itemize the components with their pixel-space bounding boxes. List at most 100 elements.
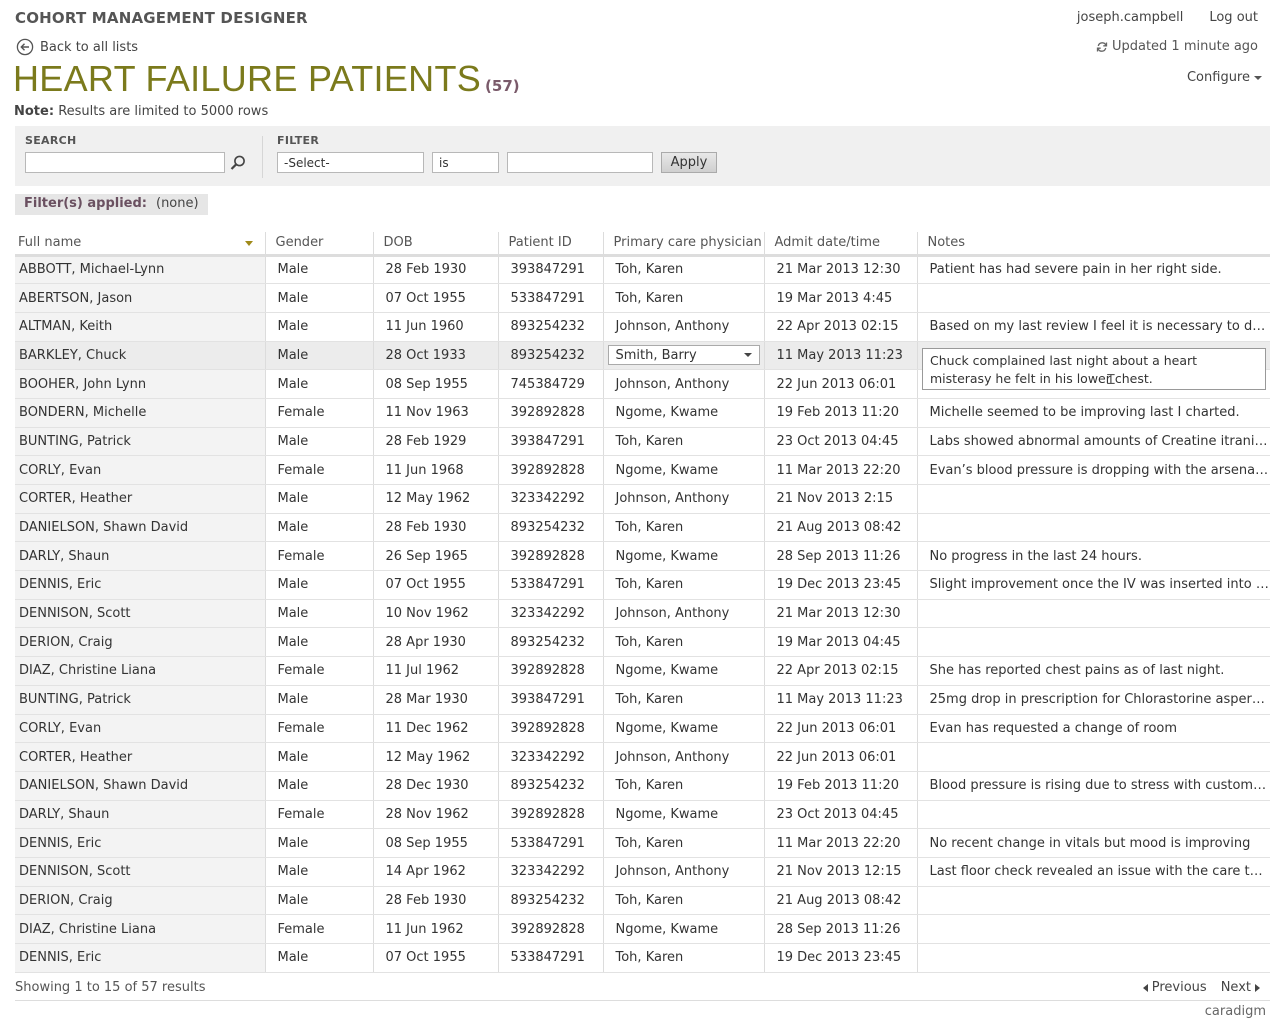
cell-dob: 11 Jul 1962 (372, 656, 498, 686)
cell-patient-id: 893254232 (497, 886, 603, 916)
cell-notes: Based on my last review I feel it is nec… (916, 312, 1270, 342)
cell-full-name[interactable]: DENNISON, Scott (15, 857, 265, 887)
cell-patient-id: 323342292 (497, 857, 603, 887)
table-row[interactable]: DERION, Craig Male 28 Apr 1930 893254232 Toh… (15, 627, 1270, 658)
cell-full-name[interactable]: DIAZ, Christine Liana (15, 656, 265, 686)
table-row[interactable]: DENNISON, Scott Male 10 Nov 1962 323342292 J… (15, 599, 1270, 629)
filter-field-select[interactable] (277, 152, 424, 173)
previous-label: Previous (1151, 980, 1207, 995)
table-row[interactable]: DANIELSON, Shawn David Male 28 Dec 1930 893… (15, 771, 1270, 801)
table-row[interactable]: ALTMAN, Keith Male 11 Jun 1960 893254232 Joh… (15, 312, 1270, 342)
cell-full-name[interactable]: BONDERN, Michelle (15, 398, 265, 428)
username-link[interactable]: joseph.campbell (1077, 10, 1183, 25)
table-row[interactable]: DIAZ, Christine Liana Female 11 Jul 1962 39… (15, 656, 1270, 686)
refresh-icon[interactable] (1096, 41, 1108, 53)
table-row[interactable]: CORTER, Heather Male 12 May 1962 323342292 J… (15, 742, 1270, 772)
table-row[interactable]: DENNISON, Scott Male 14 Apr 1962 323342292 J… (15, 857, 1270, 887)
cell-full-name[interactable]: DARLY, Shaun (15, 800, 265, 830)
cell-notes: Patient has had severe pain in her right… (916, 255, 1270, 285)
table-row[interactable]: DIAZ, Christine Liana Female 11 Jun 1962 39… (15, 914, 1270, 944)
cell-full-name[interactable]: DENNISON, Scott (15, 599, 265, 629)
notes-edit-field[interactable]: Chuck complained last night about a hear… (922, 348, 1266, 390)
cell-admit: 19 Feb 2013 11:20 (763, 771, 917, 801)
table-row[interactable]: DARLY, Shaun Female 28 Nov 1962 392892828 Ng… (15, 800, 1270, 830)
table-row[interactable]: BONDERN, Michelle Female 11 Nov 1963 392892… (15, 398, 1270, 428)
sort-desc-icon[interactable] (244, 241, 253, 246)
cell-dob: 11 Jun 1968 (372, 455, 498, 485)
previous-page-button[interactable]: Previous (1142, 980, 1207, 995)
col-header-gender[interactable]: Gender (264, 232, 373, 257)
cell-full-name[interactable]: CORTER, Heather (15, 742, 265, 772)
cell-full-name[interactable]: DERION, Craig (15, 886, 265, 916)
cell-full-name[interactable]: CORTER, Heather (15, 484, 265, 514)
cell-full-name[interactable]: BARKLEY, Chuck (15, 341, 265, 371)
chevron-left-icon (1142, 983, 1148, 992)
cell-notes (916, 484, 1270, 514)
cell-full-name[interactable]: CORLY, Evan (15, 455, 265, 485)
cell-full-name[interactable]: ALTMAN, Keith (15, 312, 265, 342)
back-to-lists-link[interactable]: Back to all lists (16, 38, 138, 56)
cell-physician: Johnson, Anthony (602, 484, 764, 514)
cell-full-name[interactable]: ABERTSON, Jason (15, 283, 265, 313)
apply-button[interactable]: Apply (661, 152, 717, 173)
cell-full-name[interactable]: DENNIS, Eric (15, 828, 265, 858)
table-row[interactable]: ABERTSON, Jason Male 07 Oct 1955 533847291 T… (15, 283, 1270, 313)
table-row[interactable]: ABBOTT, Michael-Lynn Male 28 Feb 1930 39384… (15, 255, 1270, 285)
cell-gender: Male (264, 627, 373, 658)
col-header-full-name[interactable]: Full name (15, 232, 265, 257)
cell-admit: 22 Apr 2013 02:15 (763, 656, 917, 686)
table-row[interactable]: DENNIS, Eric Male 08 Sep 1955 533847291 Toh,… (15, 828, 1270, 858)
col-header-admit[interactable]: Admit date/time (763, 232, 917, 257)
cell-full-name[interactable]: DENNIS, Eric (15, 943, 265, 973)
logout-link[interactable]: Log out (1209, 10, 1258, 25)
cell-admit: 28 Sep 2013 11:26 (763, 914, 917, 944)
cell-gender: Male (264, 943, 373, 973)
cell-full-name[interactable]: BOOHER, John Lynn (15, 369, 265, 399)
next-page-button[interactable]: Next (1221, 980, 1260, 995)
filter-label: FILTER (277, 134, 320, 147)
table-row[interactable]: DANIELSON, Shawn David Male 28 Feb 1930 893… (15, 513, 1270, 543)
cell-full-name[interactable]: DERION, Craig (15, 627, 265, 658)
table-row[interactable]: DARLY, Shaun Female 26 Sep 1965 392892828 Ng… (15, 541, 1270, 572)
cell-full-name[interactable]: CORLY, Evan (15, 714, 265, 744)
text-cursor-icon: Ɪ (1107, 372, 1115, 388)
filter-operator-select[interactable] (432, 152, 499, 173)
col-header-physician[interactable]: Primary care physician (602, 232, 764, 257)
pagination: Previous Next (1142, 980, 1260, 995)
table-row[interactable]: CORTER, Heather Male 12 May 1962 323342292 J… (15, 484, 1270, 514)
physician-select[interactable]: Smith, Barry (607, 345, 760, 366)
table-row[interactable]: BUNTING, Patrick Male 28 Feb 1929 393847291… (15, 427, 1270, 457)
cell-notes: 25mg drop in prescription for Chlorastor… (916, 685, 1270, 715)
search-icon[interactable] (229, 154, 247, 172)
cell-physician: Ngome, Kwame (602, 656, 764, 686)
table-row[interactable]: CORLY, Evan Female 11 Jun 1968 392892828 Ngo… (15, 455, 1270, 485)
cell-full-name[interactable]: DENNIS, Eric (15, 570, 265, 600)
table-row[interactable]: DENNIS, Eric Male 07 Oct 1955 533847291 Toh,… (15, 943, 1270, 973)
cell-patient-id: 392892828 (497, 656, 603, 686)
col-header-patient-id[interactable]: Patient ID (497, 232, 603, 257)
cell-dob: 08 Sep 1955 (372, 828, 498, 858)
table-row[interactable]: DENNIS, Eric Male 07 Oct 1955 533847291 Toh,… (15, 570, 1270, 600)
cell-patient-id: 392892828 (497, 541, 603, 572)
configure-menu[interactable]: Configure (1187, 70, 1262, 85)
filter-value-input[interactable] (507, 152, 653, 173)
cell-full-name[interactable]: DARLY, Shaun (15, 541, 265, 572)
col-header-notes[interactable]: Notes (916, 232, 1270, 257)
cell-full-name[interactable]: DANIELSON, Shawn David (15, 513, 265, 543)
col-header-dob[interactable]: DOB (372, 232, 498, 257)
cell-full-name[interactable]: DIAZ, Christine Liana (15, 914, 265, 944)
table-row[interactable]: CORLY, Evan Female 11 Dec 1962 392892828 Ngo… (15, 714, 1270, 744)
cell-full-name[interactable]: BUNTING, Patrick (15, 685, 265, 715)
search-input[interactable] (25, 152, 225, 173)
cell-dob: 28 Nov 1962 (372, 800, 498, 830)
cell-admit: 19 Dec 2013 23:45 (763, 570, 917, 600)
cell-physician: Ngome, Kwame (602, 800, 764, 830)
table-row[interactable]: BUNTING, Patrick Male 28 Mar 1930 393847291… (15, 685, 1270, 715)
table-header-row: Full name Gender DOB Patient ID Primary … (15, 232, 1270, 257)
cell-full-name[interactable]: BUNTING, Patrick (15, 427, 265, 457)
cell-admit: 22 Jun 2013 06:01 (763, 714, 917, 744)
cell-full-name[interactable]: DANIELSON, Shawn David (15, 771, 265, 801)
updated-status: Updated 1 minute ago (1096, 39, 1258, 54)
table-row[interactable]: DERION, Craig Male 28 Feb 1930 893254232 Toh… (15, 886, 1270, 916)
cell-full-name[interactable]: ABBOTT, Michael-Lynn (15, 255, 265, 285)
